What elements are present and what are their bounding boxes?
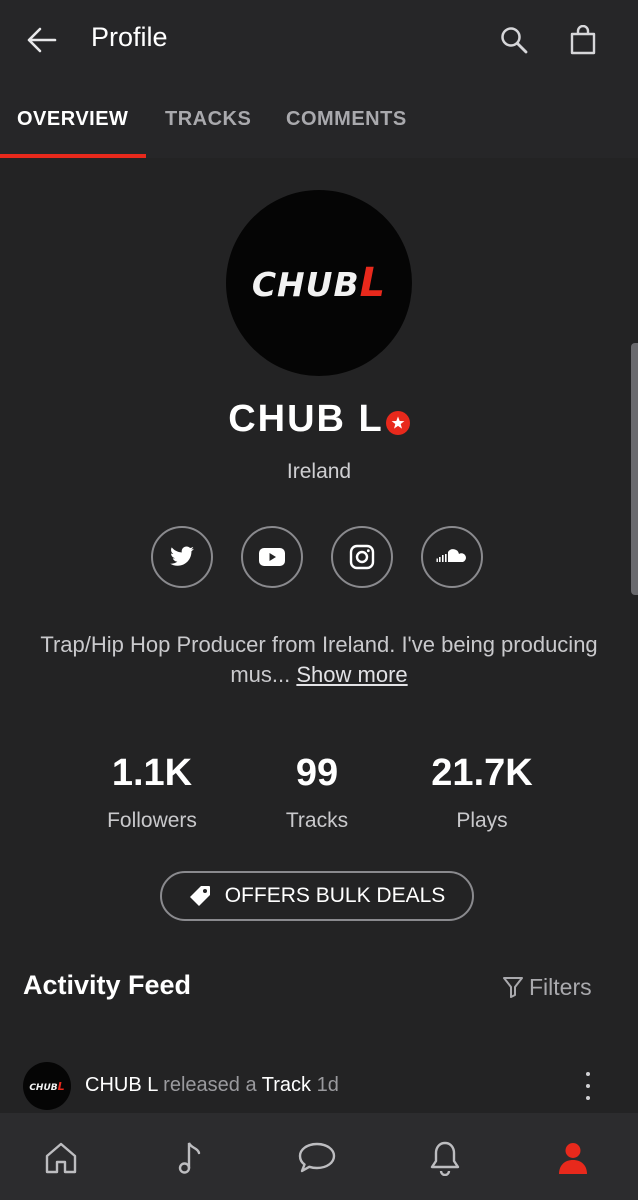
feed-user[interactable]: CHUB L (85, 1074, 158, 1096)
shopping-bag-icon (570, 25, 596, 55)
tab-bar: OVERVIEW TRACKS COMMENTS (0, 80, 638, 158)
filters-label: Filters (529, 973, 592, 1000)
profile-avatar[interactable]: CHUBL (226, 190, 412, 376)
bulk-deals-label: OFFERS BULK DEALS (224, 884, 446, 907)
twitter-icon (170, 546, 194, 566)
back-arrow-icon (27, 27, 57, 53)
home-icon (45, 1142, 77, 1174)
instagram-icon (349, 544, 375, 570)
stat-label: Plays (456, 809, 508, 832)
tab-tracks[interactable]: TRACKS (165, 108, 251, 131)
nav-home[interactable] (38, 1135, 84, 1181)
tab-comments[interactable]: COMMENTS (286, 108, 407, 131)
activity-feed-title: Activity Feed (23, 970, 192, 1000)
nav-notifications[interactable] (422, 1135, 468, 1181)
stat-followers[interactable]: 1.1K Followers (67, 752, 237, 833)
price-tag-icon (189, 886, 210, 906)
cart-button[interactable] (565, 22, 601, 58)
nav-music[interactable] (166, 1135, 212, 1181)
search-button[interactable] (496, 22, 532, 58)
more-options-icon[interactable] (578, 1072, 598, 1100)
chat-icon (298, 1142, 336, 1173)
music-note-icon (178, 1142, 201, 1174)
feed-item-text: CHUB L released a Track 1d (85, 1074, 339, 1097)
nav-messages[interactable] (294, 1135, 340, 1181)
back-button[interactable] (22, 24, 62, 56)
feed-item[interactable]: CHUBL CHUB L released a Track 1d (0, 1058, 638, 1114)
youtube-icon (259, 548, 285, 566)
profile-location: Ireland (286, 460, 352, 483)
twitter-button[interactable] (151, 526, 213, 588)
stat-value: 1.1K (111, 752, 193, 794)
profile-icon (559, 1143, 587, 1174)
bottom-navigation (0, 1113, 638, 1200)
nav-profile[interactable] (550, 1135, 596, 1181)
soundcloud-icon (436, 549, 466, 562)
feed-time: 1d (316, 1074, 339, 1096)
bulk-deals-button[interactable]: OFFERS BULK DEALS (160, 871, 474, 921)
feed-avatar[interactable]: CHUBL (23, 1062, 71, 1110)
search-icon (501, 27, 528, 54)
bell-icon (430, 1141, 460, 1176)
stat-label: Followers (107, 809, 197, 832)
youtube-button[interactable] (241, 526, 303, 588)
stat-value: 21.7K (431, 752, 533, 794)
verified-star-icon (385, 410, 410, 435)
profile-bio: Trap/Hip Hop Producer from Ireland. I've… (40, 632, 598, 687)
instagram-button[interactable] (331, 526, 393, 588)
stat-label: Tracks (285, 809, 349, 832)
feed-object[interactable]: Track (262, 1074, 311, 1096)
feed-verb: released a (163, 1074, 257, 1096)
stat-tracks[interactable]: 99 Tracks (232, 752, 402, 833)
soundcloud-button[interactable] (421, 526, 483, 588)
filters-button[interactable]: Filters (502, 972, 592, 1002)
avatar-logo: CHUBL (251, 260, 387, 306)
show-more-link[interactable]: Show more (296, 662, 407, 687)
top-app-bar: Profile (0, 0, 638, 80)
page-title: Profile (91, 22, 168, 52)
stat-value: 99 (295, 752, 339, 794)
profile-name: CHUB L (228, 398, 384, 440)
profile-name-row: CHUB L (0, 398, 638, 441)
stat-plays[interactable]: 21.7K Plays (397, 752, 567, 833)
feed-avatar-logo: CHUBL (29, 1079, 65, 1093)
scrollbar[interactable] (631, 343, 638, 595)
filter-funnel-icon (503, 977, 523, 998)
tab-overview[interactable]: OVERVIEW (17, 108, 128, 131)
active-tab-indicator (0, 154, 146, 158)
